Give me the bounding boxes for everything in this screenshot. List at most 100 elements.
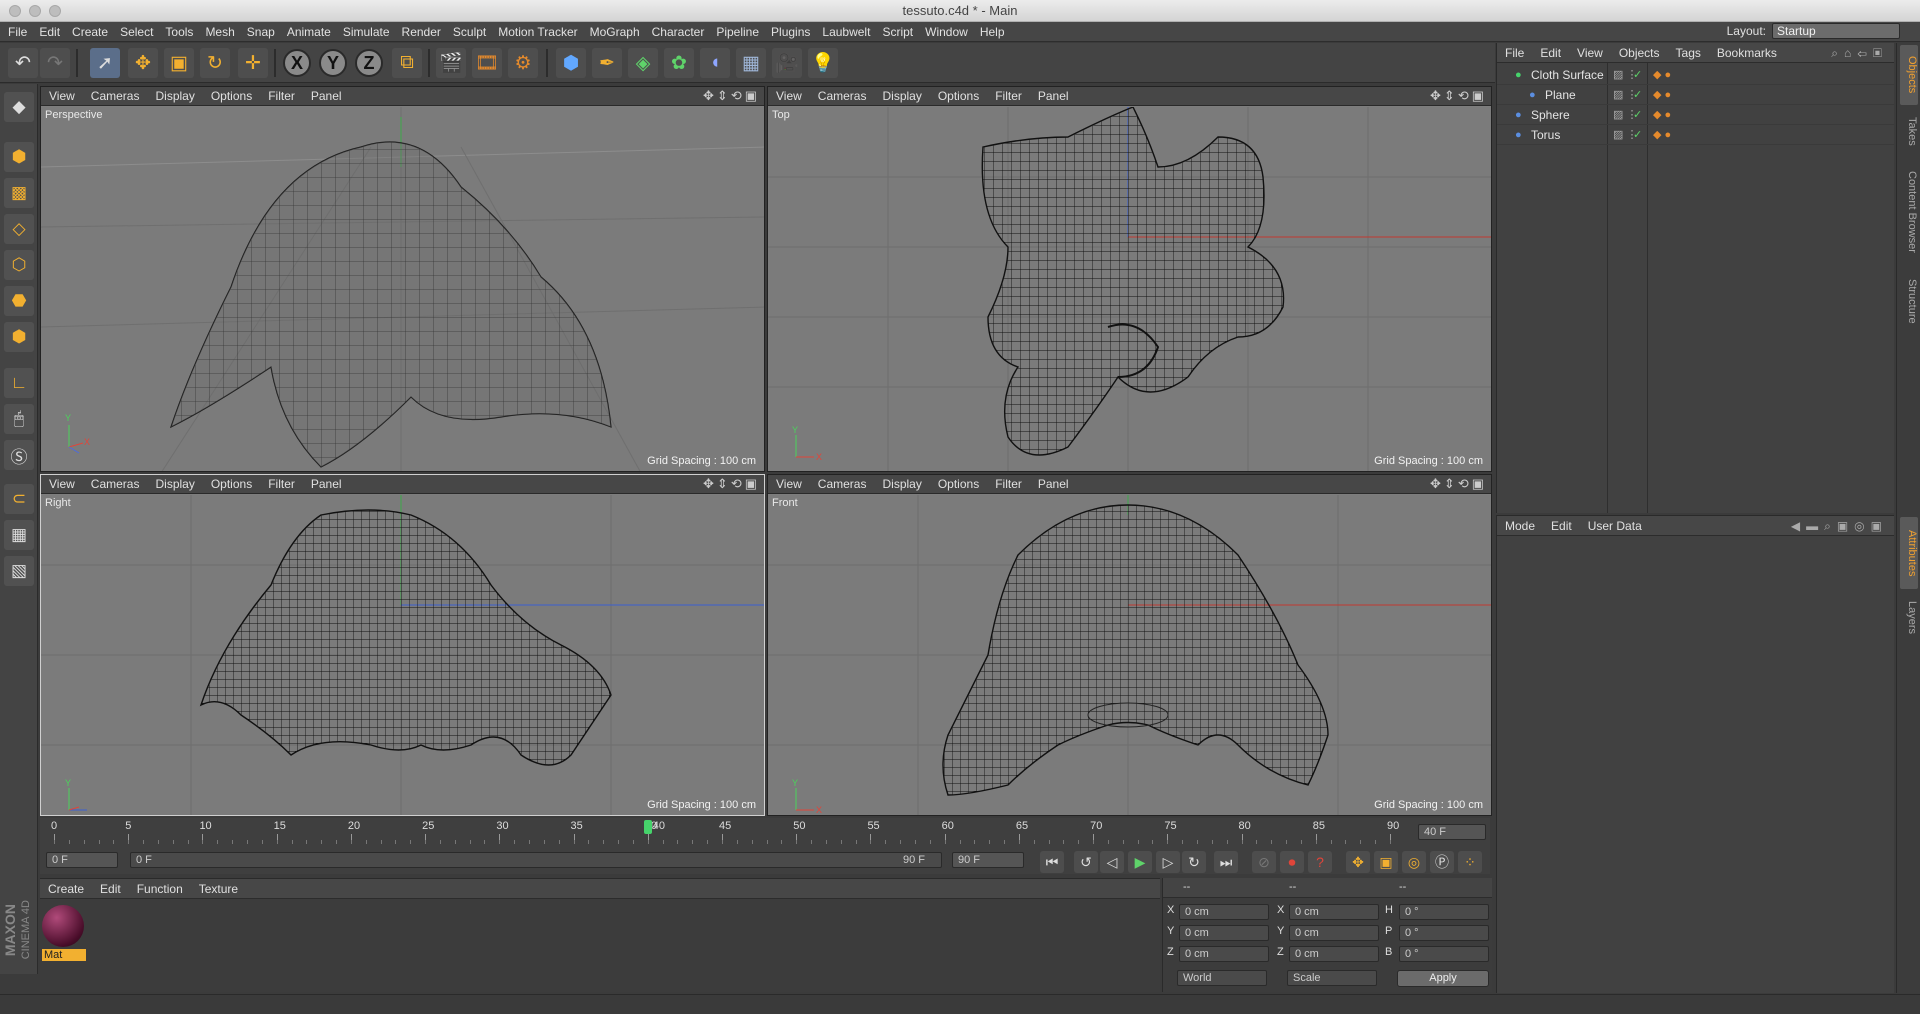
objects-menu-edit[interactable]: Edit [1532,43,1569,63]
menu-item-mesh[interactable]: Mesh [199,22,240,42]
attributes-nav-icons[interactable]: ◀▬⌕▣◎▣ [1791,519,1888,534]
viewport-menu-view[interactable]: View [768,475,810,494]
viewport-menu-filter[interactable]: Filter [260,475,303,494]
menu-item-script[interactable]: Script [876,22,919,42]
coordinate-mode-dropdown[interactable]: World [1177,970,1267,986]
go-to-end-icon[interactable]: ⏭ [1214,851,1238,873]
material-menu-texture[interactable]: Texture [191,879,246,899]
material-menu-function[interactable]: Function [129,879,191,899]
objects-menu-bookmarks[interactable]: Bookmarks [1709,43,1785,63]
key-rotation-icon[interactable]: ◎ [1402,851,1426,873]
menu-item-motion-tracker[interactable]: Motion Tracker [492,22,583,42]
snapping-icon[interactable]: Ⓢ [4,440,34,470]
x-axis-lock-icon[interactable]: X [283,49,311,77]
menu-item-plugins[interactable]: Plugins [765,22,816,42]
menu-item-laubwelt[interactable]: Laubwelt [816,22,876,42]
viewport-nav-icons[interactable]: ✥⇕⟲▣ [1430,88,1487,104]
minimize-window-button[interactable] [29,5,41,17]
tab-layers[interactable]: Layers [1900,593,1918,643]
undo-icon[interactable]: ↶ [8,48,38,78]
planar-workplane-icon[interactable]: ▧ [4,556,34,586]
viewport-menu-display[interactable]: Display [874,475,929,494]
record-keys-icon[interactable]: ⊘ [1252,851,1276,873]
zoom-window-button[interactable] [49,5,61,17]
y-axis-lock-icon[interactable]: Y [319,49,347,77]
viewport-menu-cameras[interactable]: Cameras [83,87,148,106]
live-selection-icon[interactable]: ➚ [90,48,120,78]
next-key-icon[interactable]: ↻ [1182,851,1206,873]
right-canvas[interactable]: Y [41,495,764,815]
layout-dropdown[interactable]: Startup [1772,23,1900,39]
magnet-icon[interactable]: ⊂ [4,484,34,514]
preview-range-slider[interactable]: 0 F 90 F [130,852,942,868]
menu-item-mograph[interactable]: MoGraph [584,22,646,42]
render-view-icon[interactable]: 🎬 [436,48,466,78]
autokey-icon[interactable]: ⏺ [1280,851,1304,873]
object-row[interactable]: ● Sphere ▨ ⋮ ✓ ◆ ● [1497,105,1894,125]
viewport-nav-icons[interactable]: ✥⇕⟲▣ [1430,476,1487,492]
workplane-lock-icon[interactable]: ▦ [4,520,34,550]
tab-takes[interactable]: Takes [1900,109,1918,153]
viewport-right[interactable]: View Cameras Display Options Filter Panel ✥⇕⟲▣… [40,474,765,816]
menu-item-window[interactable]: Window [919,22,974,42]
timeline-ruler[interactable]: 05101520253035404550556065707580859040 [40,818,1400,848]
cube-object-icon[interactable]: ⬢ [556,48,586,78]
coord-position-field[interactable]: 0 cm [1179,946,1269,962]
key-scale-icon[interactable]: ▣ [1374,851,1398,873]
objects-menu-file[interactable]: File [1497,43,1532,63]
texture-mode-icon[interactable]: ▩ [4,178,34,208]
coordinate-system-icon[interactable]: ⧉ [392,48,422,78]
tweak-mode-icon[interactable]: 🖱 [4,404,34,434]
object-row[interactable]: ● Cloth Surface ▨ ⋮ ✓ ◆ ● [1497,65,1894,85]
polygons-mode-icon[interactable]: ⬢ [4,322,34,352]
menu-item-select[interactable]: Select [114,22,159,42]
scale-mode-dropdown[interactable]: Scale [1287,970,1377,986]
viewport-nav-icons[interactable]: ✥⇕⟲▣ [703,476,760,492]
material-swatch[interactable]: Mat [42,905,86,963]
material-menu-edit[interactable]: Edit [92,879,129,899]
object-tags-icon[interactable]: ◆ ● [1653,85,1671,105]
cloner-icon[interactable]: ✿ [664,48,694,78]
render-settings-icon[interactable]: ⚙ [508,48,538,78]
object-tags-icon[interactable]: ◆ ● [1653,125,1671,145]
edges-mode-icon[interactable]: ⬣ [4,286,34,316]
viewport-menu-cameras[interactable]: Cameras [810,87,875,106]
viewport-menu-options[interactable]: Options [203,475,260,494]
coord-rotation-field[interactable]: 0 ° [1399,904,1489,920]
coord-position-field[interactable]: 0 cm [1179,904,1269,920]
menu-item-sculpt[interactable]: Sculpt [447,22,492,42]
tab-attributes[interactable]: Attributes [1900,517,1918,589]
deformer-icon[interactable]: ◖ [700,48,730,78]
menu-item-tools[interactable]: Tools [159,22,199,42]
viewport-menu-cameras[interactable]: Cameras [810,475,875,494]
key-pla-icon[interactable]: ⁘ [1458,851,1482,873]
menu-item-snap[interactable]: Snap [241,22,281,42]
viewport-top[interactable]: View Cameras Display Options Filter Panel ✥⇕⟲▣… [767,86,1492,472]
pen-spline-icon[interactable]: ✒ [592,48,622,78]
menu-item-create[interactable]: Create [66,22,114,42]
apply-button[interactable]: Apply [1397,970,1489,987]
redo-icon[interactable]: ↷ [40,48,70,78]
previous-key-icon[interactable]: ↺ [1074,851,1098,873]
layout-selector[interactable]: Layout: Startup [1727,23,1900,39]
floor-icon[interactable]: ▦ [736,48,766,78]
viewport-front[interactable]: View Cameras Display Options Filter Panel ✥⇕⟲▣… [767,474,1492,816]
viewport-menu-display[interactable]: Display [147,475,202,494]
scale-tool-icon[interactable]: ▣ [164,48,194,78]
objects-menu-objects[interactable]: Objects [1611,43,1668,63]
menu-item-pipeline[interactable]: Pipeline [710,22,765,42]
attributes-menu-user-data[interactable]: User Data [1580,516,1650,536]
keyframe-selection-icon[interactable]: ? [1308,851,1332,873]
key-parameter-icon[interactable]: Ⓟ [1430,851,1454,873]
viewport-menu-view[interactable]: View [41,87,83,106]
rotate-tool-icon[interactable]: ↻ [200,48,230,78]
viewport-menu-view[interactable]: View [768,87,810,106]
attributes-menu-mode[interactable]: Mode [1497,516,1543,536]
objects-menu-tags[interactable]: Tags [1668,43,1709,63]
coord-scale-field[interactable]: 0 cm [1289,946,1379,962]
menu-item-edit[interactable]: Edit [33,22,66,42]
playhead-marker[interactable] [643,820,652,834]
points-mode-icon[interactable]: ⬡ [4,250,34,280]
viewport-perspective[interactable]: View Cameras Display Options Filter Panel ✥⇕⟲▣… [40,86,765,472]
viewport-menu-options[interactable]: Options [930,87,987,106]
